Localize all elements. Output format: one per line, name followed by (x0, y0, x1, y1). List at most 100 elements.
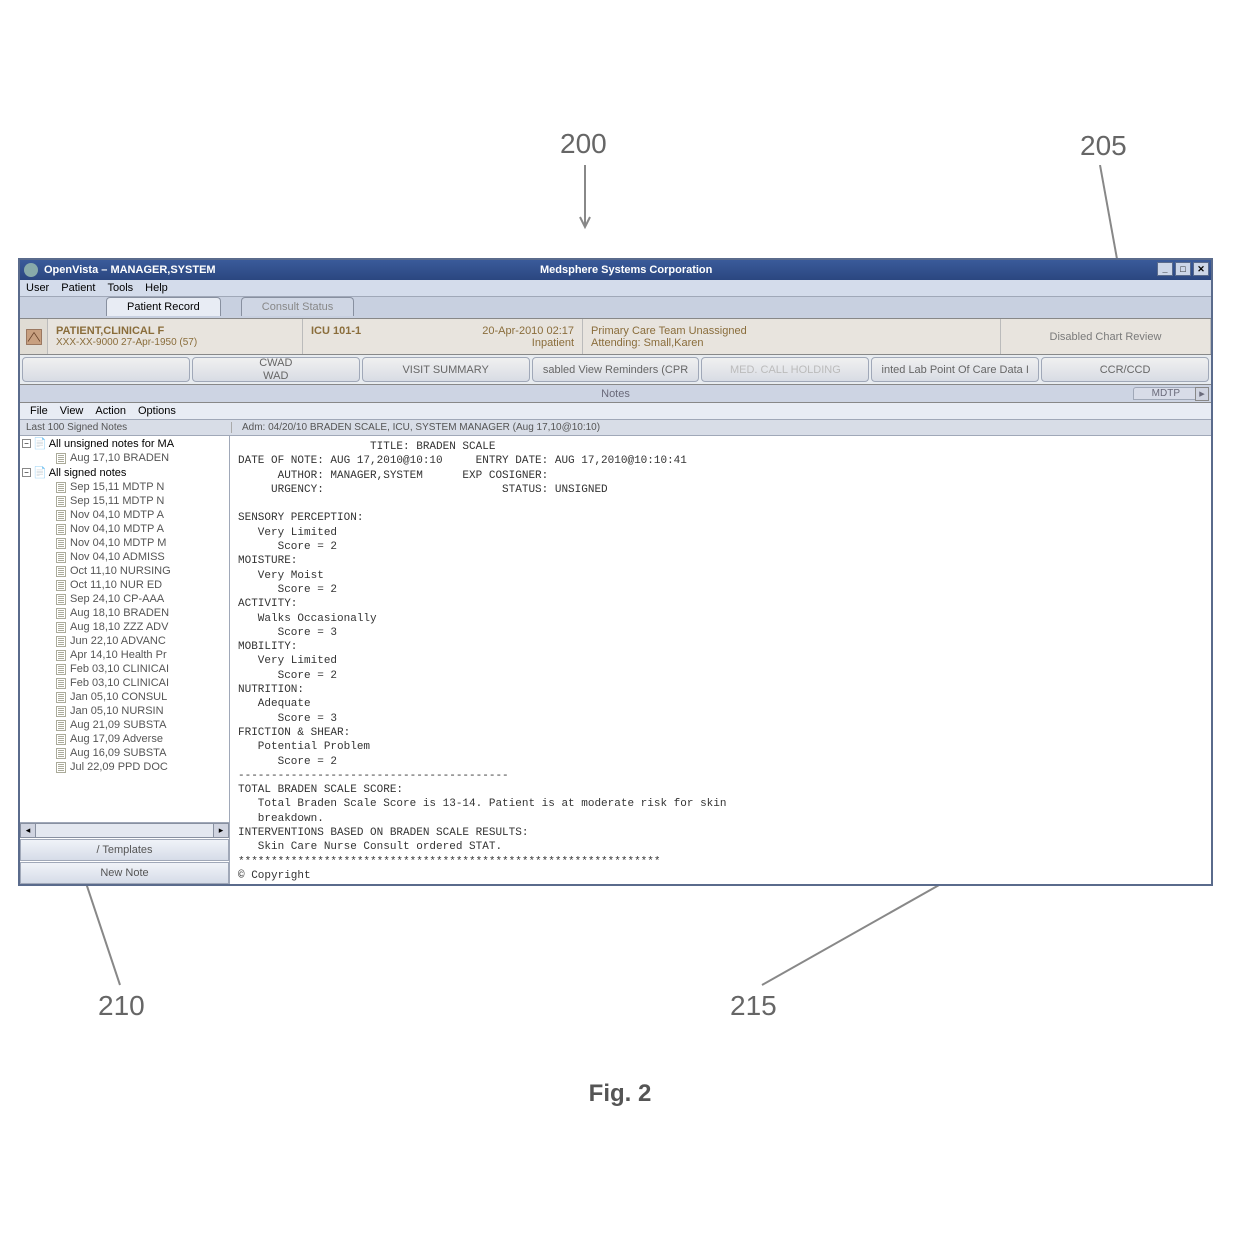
mdtp-tab[interactable]: MDTP (1133, 387, 1199, 400)
toolbar-btn-ccrccd[interactable]: CCR/CCD (1041, 357, 1209, 382)
tree-leaf-signed[interactable]: Jan 05,10 NURSIN (20, 704, 229, 718)
doc-s6h: FRICTION & SHEAR: (238, 727, 350, 739)
tree-hscrollbar[interactable]: ◂ ▸ (20, 822, 229, 838)
close-button[interactable]: ✕ (1193, 262, 1209, 276)
title-user: MANAGER,SYSTEM (110, 264, 215, 276)
patient-name: PATIENT,CLINICAL F (56, 325, 294, 337)
tree-leaf-signed[interactable]: Apr 14,10 Health Pr (20, 648, 229, 662)
tree-root-signed[interactable]: − 📄 All signed notes (20, 465, 229, 480)
tree-leaf-signed[interactable]: Aug 21,09 SUBSTA (20, 718, 229, 732)
note-icon (56, 496, 66, 507)
tree-leaf-signed[interactable]: Nov 04,10 MDTP M (20, 536, 229, 550)
note-icon (56, 636, 66, 647)
toolbar-btn-visit-summary[interactable]: VISIT SUMMARY (362, 357, 530, 382)
tree-leaf-signed[interactable]: Oct 11,10 NUR ED (20, 578, 229, 592)
note-icon (56, 678, 66, 689)
tree-leaf-signed[interactable]: Feb 03,10 CLINICAI (20, 676, 229, 690)
templates-button[interactable]: / Templates (20, 839, 229, 861)
note-icon (56, 720, 66, 731)
content-row: − 📄 All unsigned notes for MA Aug 17,10 … (20, 436, 1211, 884)
tree-leaf-label: Jan 05,10 CONSUL (70, 691, 167, 703)
doc-s1s: Score = 2 (238, 541, 337, 553)
tree-leaf-signed[interactable]: Jan 05,10 CONSUL (20, 690, 229, 704)
hscroll-left-icon[interactable]: ◂ (20, 823, 36, 838)
toolbar-btn-medcall[interactable]: MED. CALL HOLDING (701, 357, 869, 382)
tree-leaf-signed[interactable]: Nov 04,10 MDTP A (20, 522, 229, 536)
note-icon (56, 608, 66, 619)
disabled-chart-cell: Disabled Chart Review (1001, 319, 1211, 354)
tree-leaf-signed[interactable]: Sep 15,11 MDTP N (20, 494, 229, 508)
tree-leaf-signed[interactable]: Nov 04,10 ADMISS (20, 550, 229, 564)
note-icon (56, 734, 66, 745)
tree-leaf-label: Jun 22,10 ADVANC (70, 635, 166, 647)
tree-leaf-label: Jul 22,09 PPD DOC (70, 761, 168, 773)
toolbar-btn-0[interactable] (22, 357, 190, 382)
care-team-cell[interactable]: Primary Care Team Unassigned Attending: … (583, 319, 1001, 354)
notes-tree[interactable]: − 📄 All unsigned notes for MA Aug 17,10 … (20, 436, 229, 822)
submenu-view[interactable]: View (60, 405, 84, 417)
doc-s3v: Walks Occasionally (238, 613, 377, 625)
menu-help[interactable]: Help (145, 282, 168, 294)
tree-leaf-signed[interactable]: Feb 03,10 CLINICAI (20, 662, 229, 676)
note-icon (56, 510, 66, 521)
title-company: Medsphere Systems Corporation (540, 264, 712, 276)
scroll-right-icon[interactable]: ▸ (1195, 387, 1209, 401)
minimize-button[interactable]: _ (1157, 262, 1173, 276)
maximize-button[interactable]: □ (1175, 262, 1191, 276)
hscroll-track[interactable] (36, 823, 213, 838)
cwad-line2: WAD (263, 370, 288, 382)
location-cell[interactable]: ICU 101-1 20-Apr-2010 02:17 Inpatient (303, 319, 583, 354)
doc-s5s: Score = 3 (238, 713, 337, 725)
tree-leaf-signed[interactable]: Oct 11,10 NURSING (20, 564, 229, 578)
tree-leaf-signed[interactable]: Aug 18,10 ZZZ ADV (20, 620, 229, 634)
expander-icon[interactable]: − (22, 439, 31, 448)
visit-date: 20-Apr-2010 02:17 (482, 325, 574, 337)
tree-leaf-label: Aug 21,09 SUBSTA (70, 719, 166, 731)
menu-tools[interactable]: Tools (107, 282, 133, 294)
patient-name-cell[interactable]: PATIENT,CLINICAL F XXX-XX-9000 27-Apr-19… (48, 319, 303, 354)
app-window: OpenVista – MANAGER,SYSTEM Medsphere Sys… (18, 258, 1213, 886)
doc-title: TITLE: BRADEN SCALE (238, 441, 495, 453)
note-icon (56, 762, 66, 773)
tree-leaf-signed[interactable]: Sep 24,10 CP-AAA (20, 592, 229, 606)
tree-root-unsigned[interactable]: − 📄 All unsigned notes for MA (20, 436, 229, 451)
tree-leaf-signed[interactable]: Aug 16,09 SUBSTA (20, 746, 229, 760)
tree-leaf-label: Aug 18,10 ZZZ ADV (70, 621, 168, 633)
main-menubar: User Patient Tools Help (20, 280, 1211, 297)
submenu-action[interactable]: Action (95, 405, 126, 417)
doc-s5h: NUTRITION: (238, 684, 304, 696)
tree-leaf-signed[interactable]: Jul 22,09 PPD DOC (20, 760, 229, 774)
tree-leaf-signed[interactable]: Nov 04,10 MDTP A (20, 508, 229, 522)
new-note-button[interactable]: New Note (20, 862, 229, 884)
submenu-options[interactable]: Options (138, 405, 176, 417)
patient-icon[interactable] (20, 319, 48, 354)
tree-leaf-signed[interactable]: Jun 22,10 ADVANC (20, 634, 229, 648)
menu-patient[interactable]: Patient (61, 282, 95, 294)
title-app: OpenVista (44, 264, 98, 276)
expander-icon[interactable]: − (22, 468, 31, 477)
submenu-file[interactable]: File (30, 405, 48, 417)
menu-user[interactable]: User (26, 282, 49, 294)
tab-patient-record[interactable]: Patient Record (106, 297, 221, 316)
notes-tree-pane: − 📄 All unsigned notes for MA Aug 17,10 … (20, 436, 230, 884)
notes-menubar: File View Action Options (20, 403, 1211, 420)
tree-leaf-label: Nov 04,10 ADMISS (70, 551, 165, 563)
toolbar-btn-cwad[interactable]: CWAD WAD (192, 357, 360, 382)
toolbar-btn-lab[interactable]: inted Lab Point Of Care Data I (871, 357, 1039, 382)
document-pane[interactable]: TITLE: BRADEN SCALE DATE OF NOTE: AUG 17… (230, 436, 1211, 884)
doc-s2s: Score = 2 (238, 584, 337, 596)
tree-leaf-signed[interactable]: Sep 15,11 MDTP N (20, 480, 229, 494)
doc-totv: Total Braden Scale Score is 13-14. Patie… (238, 798, 726, 810)
tab-consult-status[interactable]: Consult Status (241, 297, 355, 316)
doc-s4s: Score = 2 (238, 670, 337, 682)
hscroll-right-icon[interactable]: ▸ (213, 823, 229, 838)
doc-div: ----------------------------------------… (238, 770, 509, 782)
tree-leaf-signed[interactable]: Aug 17,09 Adverse (20, 732, 229, 746)
doc-s6s: Score = 2 (238, 756, 337, 768)
tree-leaf-label: Aug 17,10 BRADEN (70, 452, 169, 464)
doc-s1h: SENSORY PERCEPTION: (238, 512, 363, 524)
tree-leaf-signed[interactable]: Aug 18,10 BRADEN (20, 606, 229, 620)
tree-leaf-braden-unsigned[interactable]: Aug 17,10 BRADEN (20, 451, 229, 465)
notes-label-row: Notes MDTP ▸ (20, 385, 1211, 403)
toolbar-btn-reminders[interactable]: sabled View Reminders (CPR (532, 357, 700, 382)
